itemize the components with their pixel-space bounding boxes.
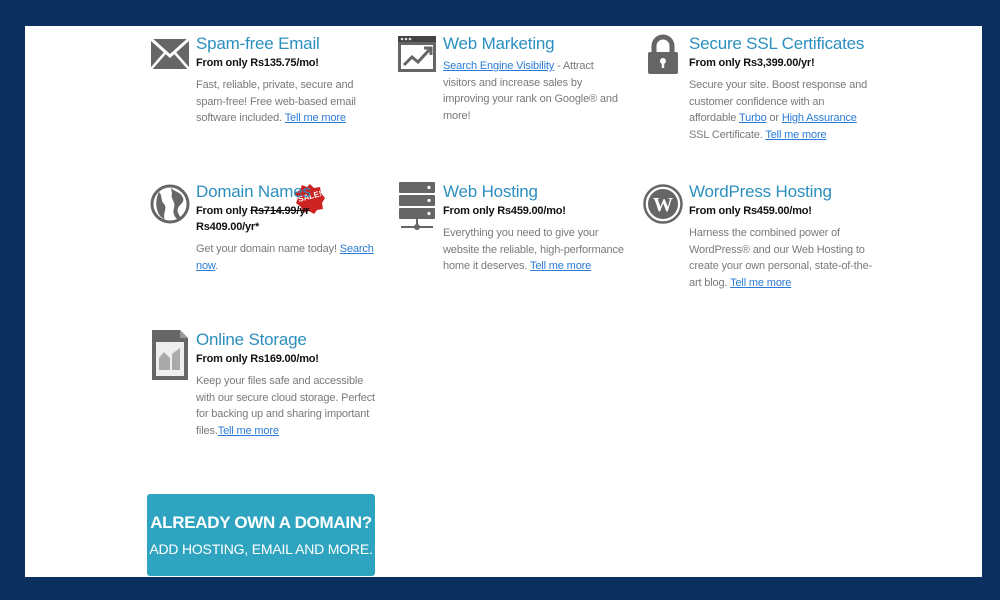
price-value: Rs135.75/mo! — [250, 57, 319, 69]
high-assurance-link[interactable]: High Assurance — [782, 112, 857, 124]
product-description: Fast, reliable, private, secure and spam… — [196, 77, 380, 127]
price-prefix: From only — [443, 205, 498, 217]
product-title[interactable]: Web Hosting — [443, 182, 627, 202]
description-end: SSL Certificate. — [689, 128, 763, 141]
product-title[interactable]: Online Storage — [196, 330, 380, 350]
tell-me-more-link[interactable]: Tell me more — [285, 112, 346, 124]
price-prefix: From only — [196, 57, 251, 69]
tell-me-more-link[interactable]: Tell me more — [218, 425, 279, 437]
turbo-link[interactable]: Turbo — [739, 112, 767, 124]
product-price: From only Rs714.99/yr Rs409.00/yr* — [196, 203, 380, 235]
wordpress-icon: W — [643, 184, 683, 224]
product-description: Secure your site. Boost response and cus… — [689, 77, 873, 143]
price-prefix: From only — [689, 57, 744, 69]
product-description: Keep your files safe and accessible with… — [196, 373, 380, 439]
product-title[interactable]: Domain Names — [196, 182, 380, 202]
cta-headline: ALREADY OWN A DOMAIN? — [150, 513, 372, 532]
product-title[interactable]: WordPress Hosting — [689, 182, 873, 202]
or-text: or — [766, 112, 782, 124]
product-description: Search Engine Visibility - Attract visit… — [443, 58, 627, 124]
chart-up-icon — [397, 34, 437, 74]
server-icon — [397, 182, 437, 234]
product-price: From only Rs3,399.00/yr! — [689, 55, 873, 71]
tell-me-more-link[interactable]: Tell me more — [530, 260, 591, 272]
price-value: Rs169.00/mo! — [250, 353, 319, 365]
own-domain-cta-button[interactable]: ALREADY OWN A DOMAIN? ADD HOSTING, EMAIL… — [147, 494, 375, 576]
price-prefix: From only — [196, 205, 251, 217]
tell-me-more-link[interactable]: Tell me more — [730, 277, 791, 289]
product-price: From only Rs459.00/mo! — [689, 203, 873, 219]
product-description: Harness the combined power of WordPress®… — [689, 225, 873, 291]
product-title[interactable]: Secure SSL Certificates — [689, 34, 873, 54]
search-engine-visibility-link[interactable]: Search Engine Visibility — [443, 60, 554, 72]
svg-text:W: W — [653, 194, 673, 216]
price-prefix: From only — [196, 353, 251, 365]
product-price: From only Rs135.75/mo! — [196, 55, 380, 71]
product-title[interactable]: Spam-free Email — [196, 34, 380, 54]
price-value: Rs459.00/mo! — [497, 205, 566, 217]
file-storage-icon — [150, 330, 190, 380]
tell-me-more-link[interactable]: Tell me more — [765, 129, 826, 141]
new-price: Rs409.00/yr* — [196, 221, 260, 233]
description-text: Get your domain name today! — [196, 243, 340, 255]
price-prefix: From only — [689, 205, 744, 217]
globe-icon — [150, 184, 190, 224]
description-end: . — [215, 259, 219, 272]
price-value: Rs3,399.00/yr! — [743, 57, 815, 69]
old-price: Rs714.99/yr — [250, 205, 310, 217]
product-description: Get your domain name today! Search now. — [196, 241, 380, 274]
cta-subline: ADD HOSTING, EMAIL AND MORE. — [149, 541, 373, 557]
product-title[interactable]: Web Marketing — [443, 34, 627, 54]
product-description: Everything you need to give your website… — [443, 225, 627, 275]
padlock-icon — [643, 34, 683, 74]
product-price: From only Rs169.00/mo! — [196, 351, 380, 367]
price-value: Rs459.00/mo! — [743, 205, 812, 217]
product-price: From only Rs459.00/mo! — [443, 203, 627, 219]
envelope-icon — [150, 34, 190, 74]
